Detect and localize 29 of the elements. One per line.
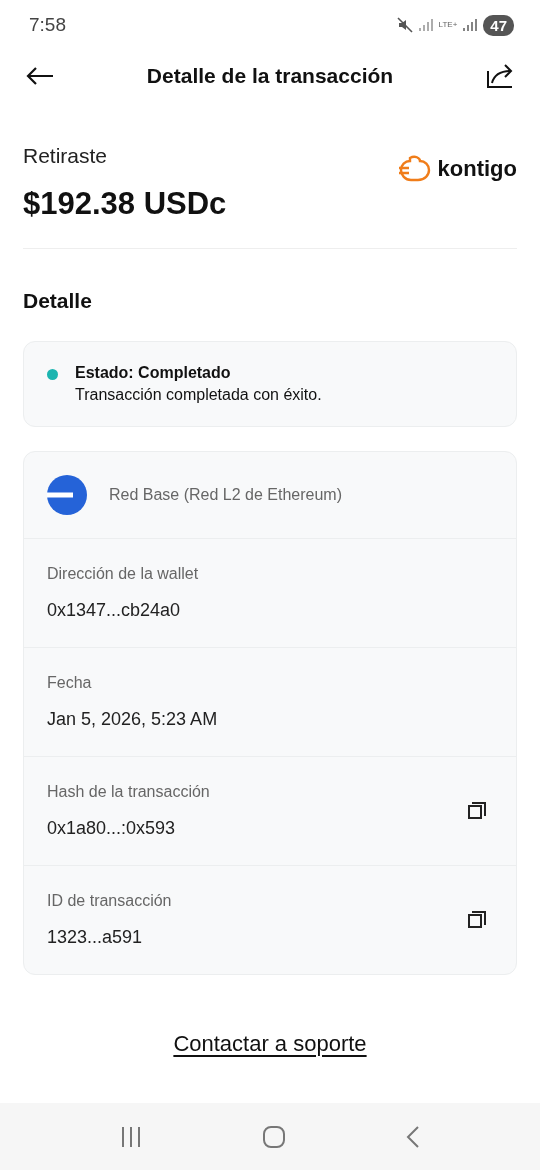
status-title: Estado: Completado	[75, 364, 232, 382]
support-link[interactable]: Contactar a soporte	[173, 1031, 367, 1057]
field-value: 1323...a591	[47, 927, 144, 948]
network-type: LTE+	[438, 21, 458, 29]
transaction-type: Retiraste	[23, 144, 109, 168]
copy-icon[interactable]	[468, 802, 486, 820]
field-value: 0x1a80...:0x593	[47, 818, 177, 839]
brand-name: kontigo	[437, 156, 517, 182]
field-value: 0x1347...cb24a0	[47, 600, 182, 621]
section-title: Detalle	[23, 289, 93, 313]
field-value: Jan 5, 2026, 5:23 AM	[47, 709, 218, 730]
muted-speaker-icon	[396, 17, 413, 33]
status-time: 7:58	[29, 14, 66, 36]
recent-apps-icon[interactable]	[120, 1126, 142, 1147]
amount: $192.38 USDc	[23, 186, 227, 222]
field-label: Dirección de la wallet	[47, 565, 199, 583]
signal-icon	[463, 18, 478, 32]
home-icon[interactable]	[262, 1124, 286, 1149]
field-label: Fecha	[47, 674, 93, 692]
page-title: Detalle de la transacción	[146, 64, 394, 88]
battery-level: 47	[483, 14, 514, 36]
signal-icon	[418, 18, 433, 32]
network-name: Red Base (Red L2 de Ethereum)	[109, 486, 342, 504]
network-logo-icon	[47, 475, 87, 515]
back-icon[interactable]	[406, 1124, 420, 1149]
field-label: ID de transacción	[47, 892, 172, 910]
field-label: Hash de la transacción	[47, 783, 210, 801]
status-message: Transacción completada con éxito.	[75, 386, 322, 404]
copy-icon[interactable]	[468, 911, 486, 929]
